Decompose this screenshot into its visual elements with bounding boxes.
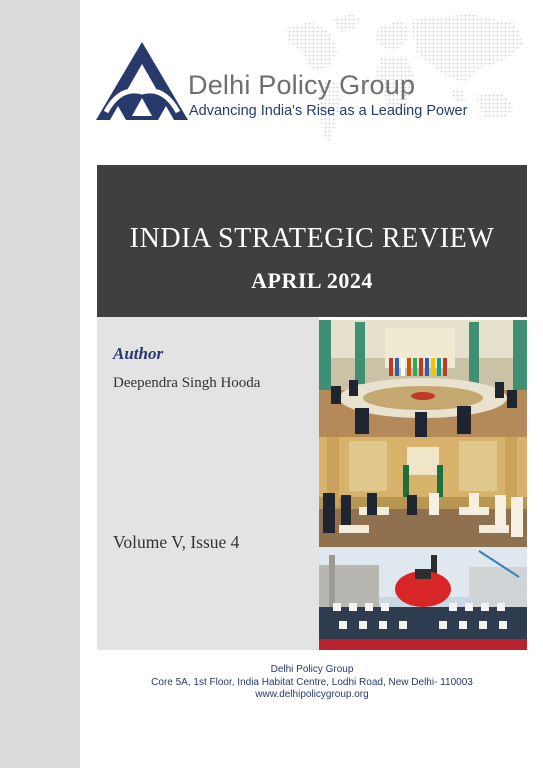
delhi-policy-group-logo-icon [96, 42, 188, 120]
footer-website-link[interactable]: www.delhipolicygroup.org [97, 689, 527, 702]
author-label: Author [113, 344, 164, 363]
organization-name: Delhi Policy Group [188, 70, 416, 100]
contact-footer: Delhi Policy Group Core 5A, 1st Floor, I… [97, 664, 527, 702]
bilateral-meeting-photo [319, 437, 527, 547]
report-title: INDIA STRATEGIC REVIEW [129, 223, 495, 254]
conference-round-table-photo [319, 320, 527, 437]
footer-address: Core 5A, 1st Floor, India Habitat Centre… [151, 676, 473, 688]
author-name: Deependra Singh Hooda [113, 375, 261, 391]
naval-ceremony-group-photo [319, 547, 527, 650]
volume-issue: Volume V, Issue 4 [113, 532, 240, 552]
author-info-panel: Author Deependra Singh Hooda Volume V, I… [97, 317, 319, 650]
report-date: APRIL 2024 [251, 268, 373, 293]
footer-organization: Delhi Policy Group [270, 664, 354, 675]
left-margin-strip [0, 0, 80, 768]
organization-tagline: Advancing India's Rise as a Leading Powe… [189, 103, 468, 119]
title-banner: INDIA STRATEGIC REVIEW APRIL 2024 [97, 165, 527, 317]
